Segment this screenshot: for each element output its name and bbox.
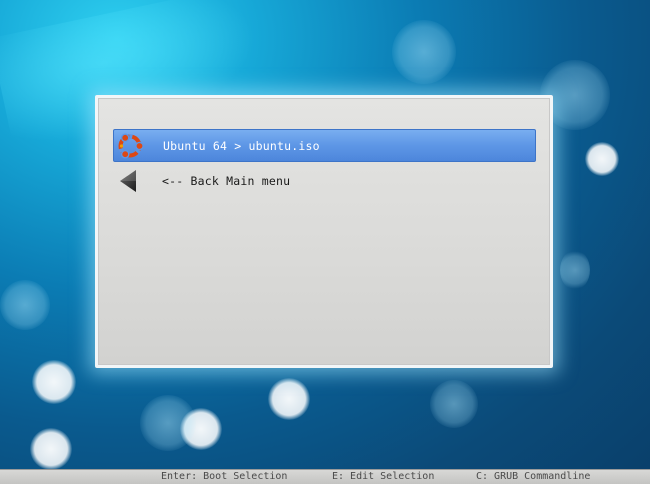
back-arrow-icon bbox=[113, 165, 145, 197]
bokeh-light bbox=[392, 20, 456, 84]
bokeh-light bbox=[430, 380, 478, 428]
menu-entry-label: <-- Back Main menu bbox=[162, 173, 291, 188]
menu-entry-label: Ubuntu 64 > ubuntu.iso bbox=[163, 138, 320, 153]
ubuntu-logo-icon bbox=[114, 130, 146, 162]
menu-entry-ubuntu[interactable]: Ubuntu 64 > ubuntu.iso bbox=[113, 129, 536, 162]
bokeh-light bbox=[585, 142, 619, 176]
bokeh-light bbox=[0, 280, 50, 330]
status-bar: Enter: Boot Selection E: Edit Selection … bbox=[0, 469, 650, 484]
menu-entry-back[interactable]: <-- Back Main menu bbox=[113, 164, 536, 197]
boot-selection-hint: Enter: Boot Selection bbox=[161, 471, 288, 482]
bokeh-light bbox=[140, 395, 196, 451]
edit-selection-hint: E: Edit Selection bbox=[332, 471, 435, 482]
grub-commandline-hint: C: GRUB Commandline bbox=[476, 471, 591, 482]
bokeh-light bbox=[268, 378, 310, 420]
bokeh-light bbox=[30, 428, 72, 470]
boot-menu-panel: Ubuntu 64 > ubuntu.iso <-- Back Main men… bbox=[95, 95, 553, 368]
bokeh-light bbox=[32, 360, 76, 404]
bokeh-light bbox=[560, 250, 590, 290]
